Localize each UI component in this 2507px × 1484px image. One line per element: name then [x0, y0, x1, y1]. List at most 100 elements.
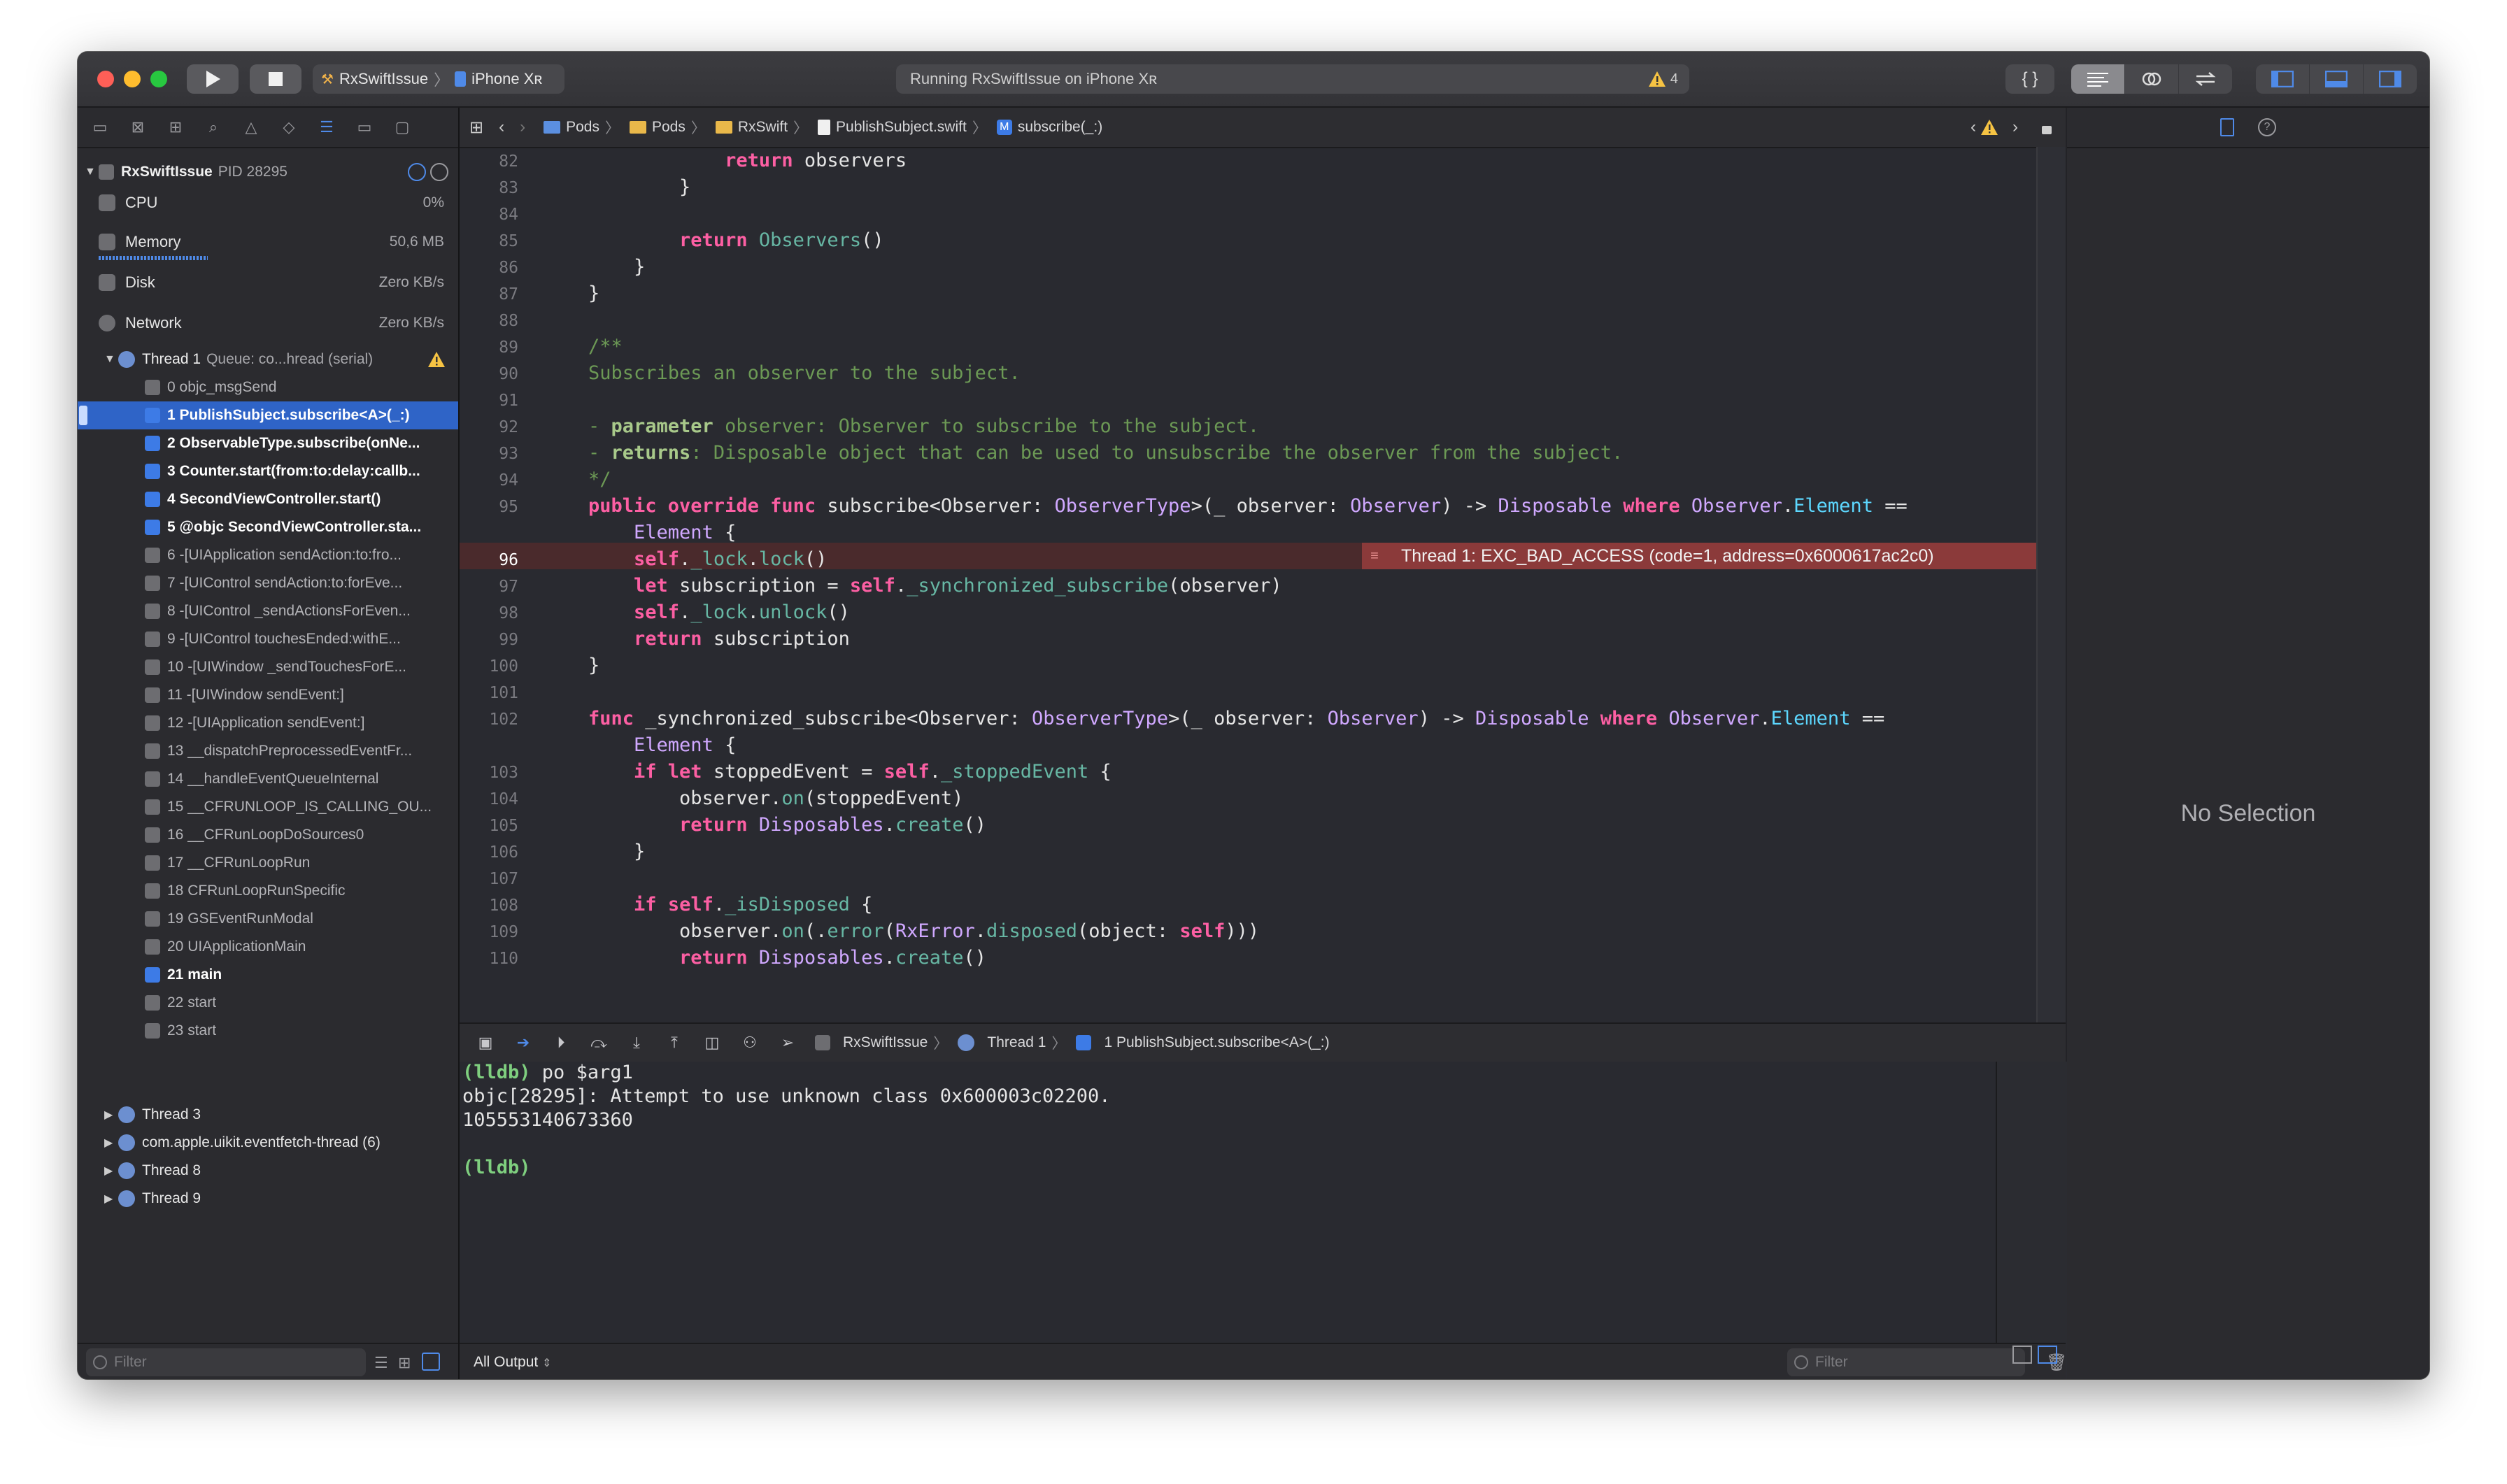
thread-row[interactable]: ▶ Thread 3	[78, 1101, 458, 1129]
stack-frame-row[interactable]: 2 ObservableType.subscribe(onNe...	[78, 429, 458, 457]
back-icon[interactable]: ‹	[499, 117, 504, 137]
step-out-icon[interactable]: ⤒	[662, 1031, 686, 1055]
stack-frame-row[interactable]: 21 main	[78, 961, 458, 989]
toggle-navigator-button[interactable]	[2256, 64, 2310, 94]
scheme-selector[interactable]: ⚒ RxSwiftIssue 〉 iPhone Xʀ	[313, 64, 564, 94]
debug-crumb-frame[interactable]: 1 PublishSubject.subscribe<A>(_:)	[1076, 1034, 1330, 1051]
line-number: 98	[499, 604, 518, 622]
assistant-editor-button[interactable]	[2125, 64, 2179, 94]
file-inspector-icon[interactable]	[2220, 118, 2234, 136]
stack-frame-row[interactable]: 14 __handleEventQueueInternal	[78, 765, 458, 793]
stack-frame-row[interactable]: 15 __CFRUNLOOP_IS_CALLING_OU...	[78, 793, 458, 821]
stack-frame-row[interactable]: 4 SecondViewController.start()	[78, 485, 458, 513]
hide-debug-area-icon[interactable]: ▣	[474, 1031, 497, 1055]
stack-frame-row[interactable]: 8 -[UIControl _sendActionsForEven...	[78, 597, 458, 625]
breakpoint-icon[interactable]: ▭	[355, 117, 374, 137]
warning-icon[interactable]	[1980, 119, 1998, 136]
source-control-icon[interactable]: ⊠	[128, 117, 148, 137]
stack-frame-row[interactable]: 18 CFRunLoopRunSpecific	[78, 877, 458, 905]
memory-graph-icon[interactable]: ⚇	[738, 1031, 762, 1055]
test-icon[interactable]: ◇	[279, 117, 299, 137]
stack-frame-row[interactable]: 9 -[UIControl touchesEnded:withE...	[78, 625, 458, 653]
editor-scrollbar[interactable]	[2038, 147, 2066, 1022]
memory-graph-icon[interactable]	[430, 163, 448, 181]
stack-frame-row[interactable]: 13 __dispatchPreprocessedEventFr...	[78, 737, 458, 765]
stack-frame-row[interactable]: 19 GSEventRunModal	[78, 905, 458, 933]
output-selector[interactable]: All Output ⇕	[474, 1354, 551, 1371]
stack-frame-row[interactable]: 3 Counter.start(from:to:delay:callb...	[78, 457, 458, 485]
breakpoints-toggle-icon[interactable]: ➔	[511, 1031, 535, 1055]
stack-frame-row[interactable]: 11 -[UIWindow sendEvent:]	[78, 681, 458, 709]
version-editor-button[interactable]	[2179, 64, 2232, 94]
crumb-pods-project[interactable]: Pods 〉	[544, 117, 620, 138]
stack-frame-row[interactable]: 6 -[UIApplication sendAction:to:fro...	[78, 541, 458, 569]
stack-frame-row[interactable]: 10 -[UIWindow _sendTouchesForE...	[78, 653, 458, 681]
thread-row[interactable]: ▶ Thread 8	[78, 1157, 458, 1185]
symbol-icon[interactable]: ⊞	[166, 117, 185, 137]
stack-frame-row[interactable]: 20 UIApplicationMain	[78, 933, 458, 961]
toggle-debug-area-button[interactable]	[2310, 64, 2364, 94]
console-filter-input[interactable]: Filter	[1787, 1348, 2025, 1376]
stack-frame-row[interactable]: 12 -[UIApplication sendEvent:]	[78, 709, 458, 737]
gauge-memory[interactable]: Memory 50,6 MB	[99, 224, 448, 260]
continue-icon[interactable]: ⏵	[549, 1031, 573, 1055]
folder-icon	[544, 121, 561, 134]
forward-icon[interactable]: ›	[520, 117, 525, 137]
hierarchy-icon[interactable]: ☰	[374, 1354, 388, 1372]
stack-frame-row[interactable]: 17 __CFRunLoopRun	[78, 849, 458, 877]
location-icon[interactable]: ➢	[776, 1031, 800, 1055]
stack-frame-row[interactable]: 0 objc_msgSend	[78, 373, 458, 401]
run-button[interactable]	[187, 64, 239, 94]
stack-frame-row[interactable]: 23 start	[78, 1017, 458, 1045]
toggle-inspector-button[interactable]	[2364, 64, 2417, 94]
related-items-icon[interactable]: ⊞	[469, 117, 483, 138]
warning-counter[interactable]: 4	[1648, 71, 1678, 87]
thread-1-row[interactable]: ▼ Thread 1 Queue: co...hread (serial)	[78, 345, 458, 373]
stack-frame-row[interactable]: 16 __CFRunLoopDoSources0	[78, 821, 458, 849]
navigator-filter-input[interactable]: Filter	[86, 1348, 366, 1376]
stack-frame-row[interactable]: 22 start	[78, 989, 458, 1017]
minimize-window-button[interactable]	[124, 71, 141, 87]
debug-icon[interactable]: ☰	[317, 117, 336, 137]
stop-button[interactable]	[250, 64, 301, 94]
step-over-icon[interactable]: ⤼	[587, 1031, 611, 1055]
code-area[interactable]: ≡ Thread 1: EXC_BAD_ACCESS (code=1, addr…	[460, 147, 2066, 1022]
lock-icon[interactable]	[2042, 126, 2052, 134]
crumb-rxswift[interactable]: RxSwift 〉	[715, 117, 808, 138]
prev-issue-icon[interactable]: ‹	[1970, 117, 1976, 137]
error-annotation[interactable]: ≡ Thread 1: EXC_BAD_ACCESS (code=1, addr…	[1362, 543, 2060, 569]
debug-gauge-icon[interactable]	[408, 163, 426, 181]
crumb-method[interactable]: Msubscribe(_:)	[996, 119, 1102, 136]
thread-row[interactable]: ▶ Thread 9	[78, 1185, 458, 1213]
stack-frame-row[interactable]: 5 @objc SecondViewController.sta...	[78, 513, 458, 541]
zoom-window-button[interactable]	[150, 71, 167, 87]
variables-view-icon[interactable]	[2012, 1346, 2032, 1364]
process-row[interactable]: ▼ RxSwiftIssue PID 28295	[78, 158, 458, 186]
gauge-disk[interactable]: Disk Zero KB/s	[99, 264, 448, 301]
crumb-file[interactable]: PublishSubject.swift 〉	[818, 117, 987, 138]
folder-icon[interactable]: ▭	[90, 117, 110, 137]
thread-row[interactable]: ▶ com.apple.uikit.eventfetch-thread (6)	[78, 1129, 458, 1157]
stack-frame-row[interactable]: 7 -[UIControl sendAction:to:forEve...	[78, 569, 458, 597]
grid-icon[interactable]: ⊞	[398, 1354, 411, 1372]
debug-crumb-app[interactable]: RxSwiftIssue 〉	[815, 1032, 948, 1053]
search-icon[interactable]: ⌕	[204, 117, 223, 137]
debug-crumb-thread[interactable]: Thread 1 〉	[958, 1032, 1066, 1053]
gauge-cpu[interactable]: CPU 0%	[99, 185, 448, 221]
console-view-icon[interactable]	[2038, 1346, 2057, 1364]
help-icon[interactable]: ?	[2258, 118, 2276, 136]
next-issue-icon[interactable]: ›	[2012, 117, 2018, 137]
lldb-console[interactable]: (lldb) po $arg1 objc[28295]: Attempt to …	[460, 1062, 1996, 1379]
standard-editor-button[interactable]	[2071, 64, 2125, 94]
view-debugger-icon[interactable]: ◫	[700, 1031, 724, 1055]
crash-filter-icon[interactable]	[422, 1353, 440, 1371]
report-icon[interactable]: ▢	[392, 117, 412, 137]
issue-icon[interactable]: △	[241, 117, 261, 137]
activity-viewer[interactable]: Running RxSwiftIssue on iPhone Xʀ 4	[896, 64, 1689, 94]
close-window-button[interactable]	[97, 71, 114, 87]
crumb-pods-folder[interactable]: Pods 〉	[629, 117, 706, 138]
stack-frame-row[interactable]: 1 PublishSubject.subscribe<A>(_:)	[78, 401, 458, 429]
gauge-network[interactable]: Network Zero KB/s	[99, 305, 448, 341]
step-into-icon[interactable]: ⤓	[625, 1031, 648, 1055]
library-button[interactable]: { }	[2005, 64, 2054, 94]
